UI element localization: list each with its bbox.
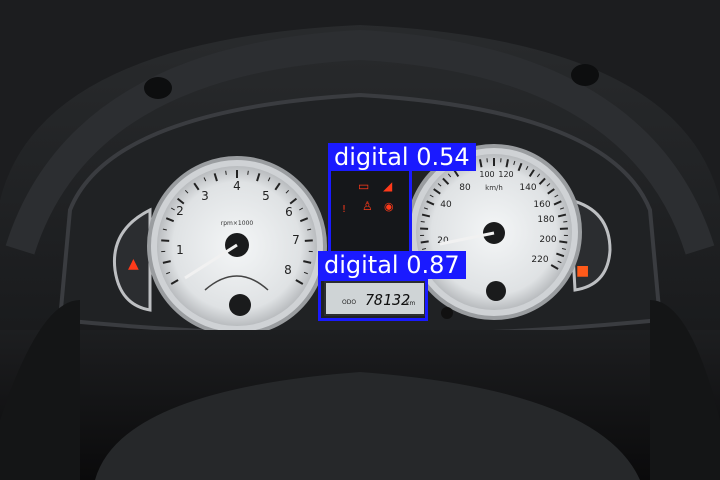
speed-tick — [420, 240, 429, 244]
tach-tick — [247, 170, 249, 175]
speed-label-80: 80 — [459, 183, 471, 193]
hood-bolt-left — [144, 77, 172, 99]
tach-tick — [304, 239, 313, 242]
tachometer: 1 2 3 4 5 6 7 8 rpm×1000 — [147, 156, 327, 336]
speed-label-220: 220 — [531, 255, 548, 265]
speedometer: 20 40 60 80 100 120 140 160 180 200 220 … — [406, 144, 582, 320]
tach-label-2: 2 — [176, 204, 184, 218]
tach-label-8: 8 — [284, 263, 292, 277]
speed-label-180: 180 — [537, 215, 554, 225]
speed-label-140: 140 — [519, 183, 536, 193]
hood-bolt-right — [571, 64, 599, 86]
trip-reset-knob — [441, 307, 453, 319]
tach-label-1: 1 — [176, 243, 184, 257]
speed-label-160: 160 — [533, 200, 550, 210]
tach-label-5: 5 — [262, 189, 270, 203]
tach-tick — [161, 239, 170, 242]
tach-label-4: 4 — [233, 179, 241, 193]
tach-tick — [225, 170, 227, 175]
left-warning-icon: ▲ — [128, 256, 139, 272]
tach-label-6: 6 — [285, 205, 293, 219]
temp-gauge-hub — [486, 281, 506, 301]
fuel-gauge-hub — [229, 294, 251, 316]
tach-label-3: 3 — [201, 189, 209, 203]
detection-label-1: digital 0.54 — [328, 143, 476, 171]
speed-tick — [563, 220, 568, 223]
detection-label-2: digital 0.87 — [318, 251, 466, 279]
speed-unit: km/h — [485, 184, 503, 192]
speed-tick — [420, 220, 425, 223]
detection-box-1 — [328, 166, 412, 260]
tach-unit: rpm×1000 — [221, 220, 254, 227]
speed-tick — [559, 240, 568, 244]
tach-label-7: 7 — [292, 233, 300, 247]
engine-check-icon: ■ — [576, 263, 589, 279]
speed-label-200: 200 — [539, 235, 556, 245]
speed-label-120: 120 — [498, 170, 513, 179]
detection-box-2 — [318, 278, 428, 321]
speed-label-100: 100 — [479, 170, 494, 179]
